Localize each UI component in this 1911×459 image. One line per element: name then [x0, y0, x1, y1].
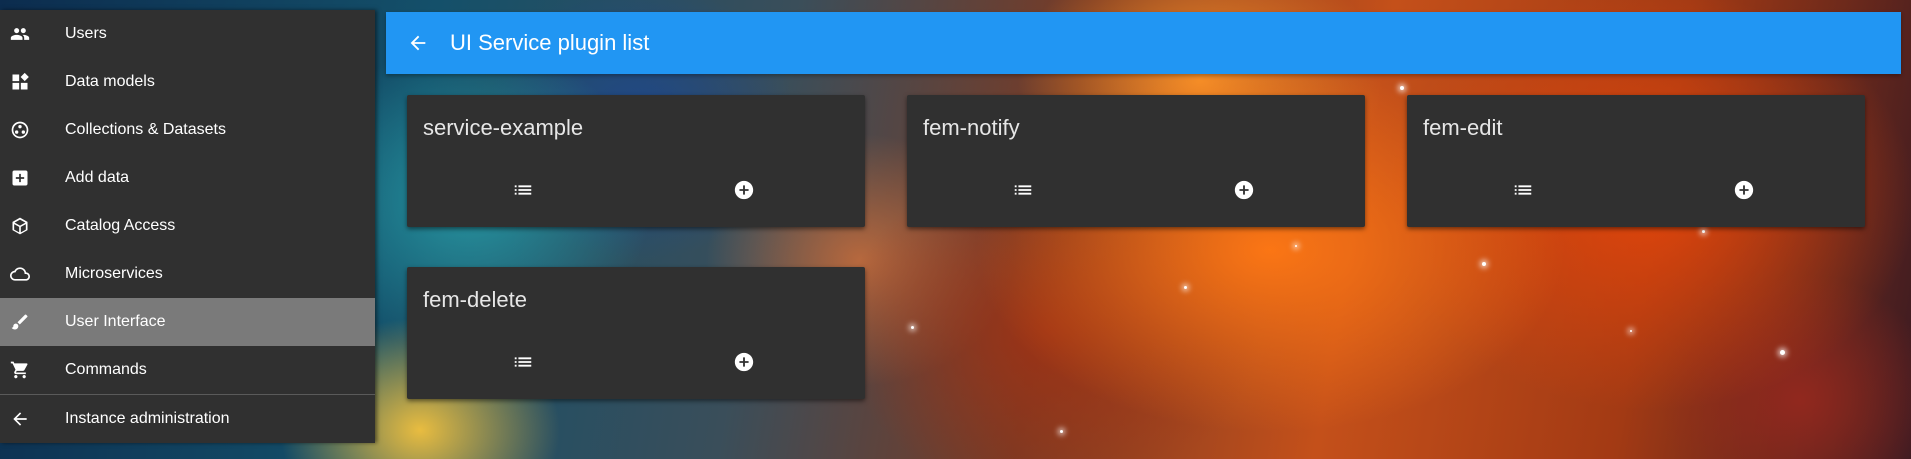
users-icon: [10, 24, 30, 44]
list-icon: [1514, 185, 1532, 195]
sidebar-item-commands[interactable]: Commands: [0, 346, 375, 394]
sidebar-item-label: Commands: [65, 361, 147, 378]
plugin-card-title: service-example: [423, 115, 584, 140]
sidebar-item-label: Catalog Access: [65, 217, 176, 234]
background-star: [1482, 262, 1486, 266]
page-header: UI Service plugin list: [386, 12, 1901, 74]
add-circle-icon: [734, 352, 754, 372]
sidebar-item-label: Instance administration: [65, 410, 230, 427]
sidebar-item-label: Users: [65, 25, 107, 42]
sidebar-item-user-interface[interactable]: User Interface: [0, 298, 375, 346]
back-button[interactable]: [406, 31, 430, 55]
background-star: [911, 326, 914, 329]
arrow-back-icon: [410, 35, 426, 51]
add-circle-icon: [1734, 180, 1754, 200]
background-star: [1702, 230, 1705, 233]
brush-icon: [10, 312, 30, 332]
add-button[interactable]: [1233, 179, 1255, 201]
sidebar-item-label: Collections & Datasets: [65, 121, 226, 138]
add-circle-icon: [734, 180, 754, 200]
sidebar-item-label: User Interface: [65, 313, 166, 330]
sidebar-item-instance-administration[interactable]: Instance administration: [0, 394, 375, 443]
plugin-card: fem-delete: [407, 267, 865, 399]
background-star: [1400, 86, 1404, 90]
add-box-icon: [10, 168, 30, 188]
page-title: UI Service plugin list: [450, 30, 650, 55]
plugin-card-title: fem-notify: [923, 115, 1020, 140]
sidebar-item-label: Add data: [65, 169, 130, 186]
sidebar-item-data-models[interactable]: Data models: [0, 58, 375, 106]
sidebar-item-catalog-access[interactable]: Catalog Access: [0, 202, 375, 250]
app-root: Users Data models Collections & Datasets…: [0, 0, 1911, 459]
sidebar-item-add-data[interactable]: Add data: [0, 154, 375, 202]
add-circle-icon: [1234, 180, 1254, 200]
arrow-back-icon: [10, 409, 30, 429]
plugin-card: service-example: [407, 95, 865, 227]
sidebar-item-collections[interactable]: Collections & Datasets: [0, 106, 375, 154]
list-icon: [1014, 185, 1032, 195]
list-button[interactable]: [1012, 179, 1034, 201]
cube-icon: [10, 216, 30, 236]
add-button[interactable]: [733, 179, 755, 201]
plugin-card: fem-edit: [1407, 95, 1865, 227]
list-icon: [514, 185, 532, 195]
dashboard-icon: [10, 72, 30, 92]
sidebar: Users Data models Collections & Datasets…: [0, 10, 375, 443]
sidebar-item-microservices[interactable]: Microservices: [0, 250, 375, 298]
background-star: [1184, 286, 1187, 289]
plugin-card-title: fem-edit: [1423, 115, 1503, 140]
cart-icon: [10, 360, 30, 380]
collections-icon: [10, 120, 30, 140]
add-button[interactable]: [1733, 179, 1755, 201]
sidebar-item-label: Data models: [65, 73, 155, 90]
background-star: [1060, 430, 1063, 433]
sidebar-item-users[interactable]: Users: [0, 10, 375, 58]
cloud-icon: [10, 264, 30, 284]
list-button[interactable]: [512, 351, 534, 373]
list-icon: [514, 357, 532, 367]
list-button[interactable]: [512, 179, 534, 201]
plugin-card: fem-notify: [907, 95, 1365, 227]
add-button[interactable]: [733, 351, 755, 373]
background-star: [1630, 330, 1632, 332]
plugin-card-title: fem-delete: [423, 287, 527, 312]
background-star: [1295, 245, 1297, 247]
sidebar-item-label: Microservices: [65, 265, 163, 282]
list-button[interactable]: [1512, 179, 1534, 201]
background-star: [1780, 350, 1785, 355]
